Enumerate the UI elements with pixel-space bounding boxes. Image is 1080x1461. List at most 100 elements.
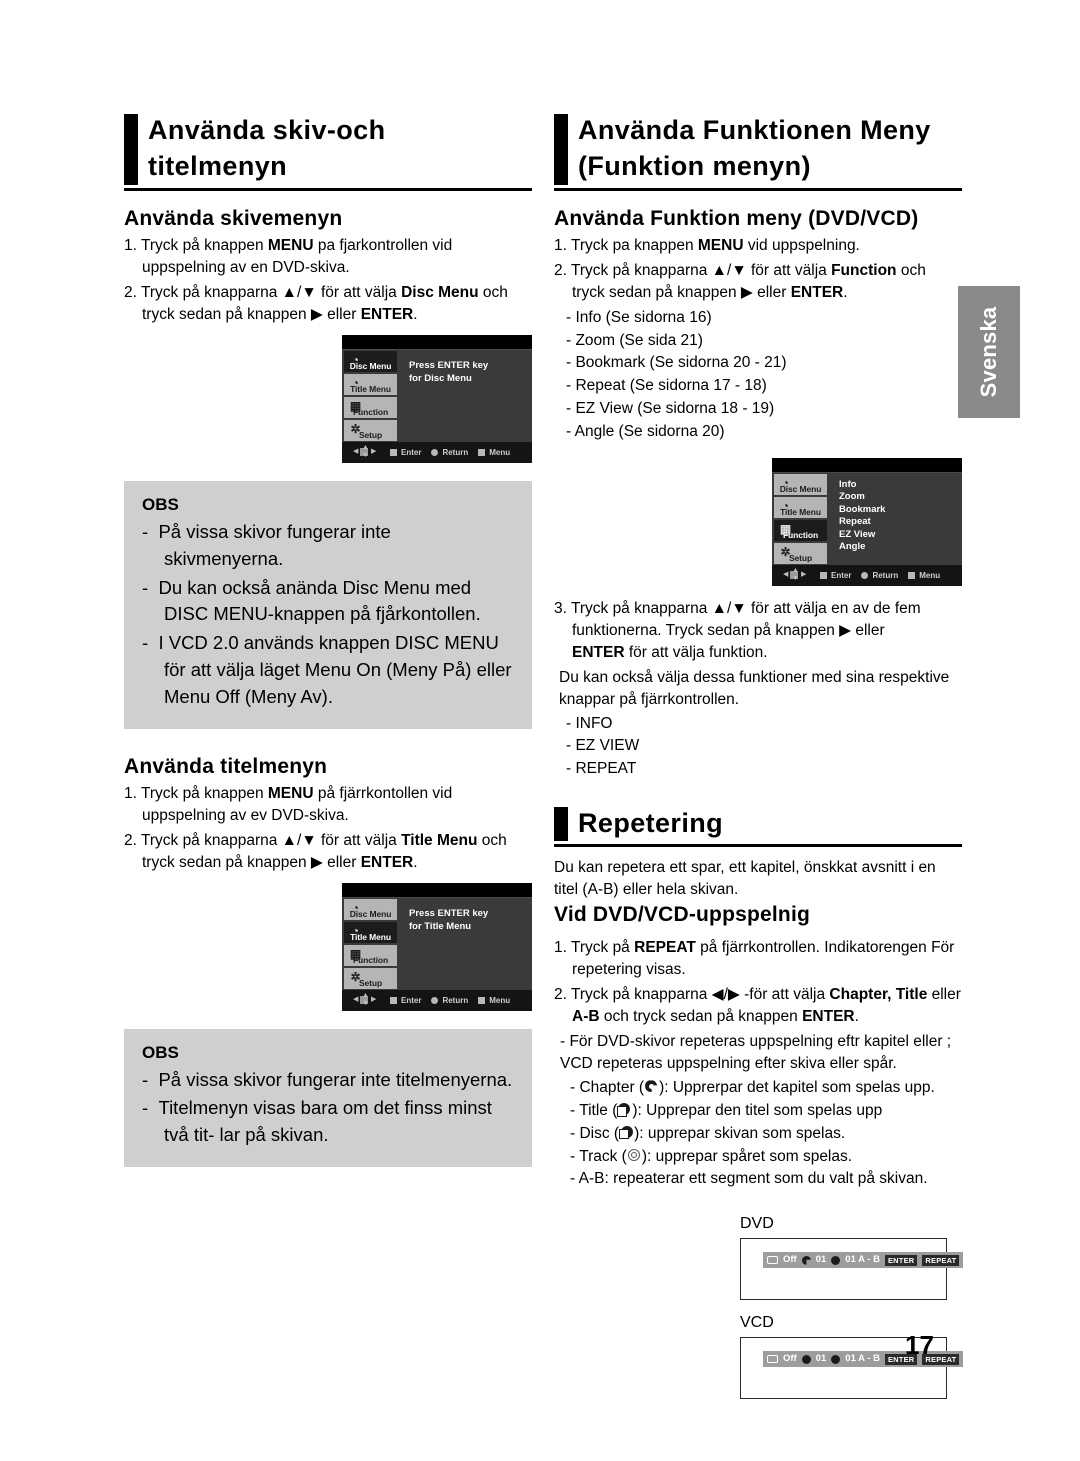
title-menu-icon: ◔ — [351, 923, 360, 938]
title-menu-icon: ◔ — [351, 375, 360, 390]
repeat-mode-disc: - Disc (): upprepar skivan som spelas. — [570, 1124, 846, 1142]
osd-footer-enter: Enter — [820, 571, 851, 580]
function-step-3: 3. Tryck på knapparna ▲/▼ för att välja … — [554, 599, 921, 661]
osd-footer-enter: Enter — [390, 448, 421, 457]
osd-item-function[interactable]: ▦ Function — [344, 944, 397, 966]
osd-title-bar — [342, 882, 532, 898]
note-item: - I VCD 2.0 används knappen DISC MENU fö… — [142, 632, 512, 707]
osd-message-line: for Title Menu — [409, 921, 472, 933]
osd-message: Press ENTER key for Title Menu — [398, 898, 532, 990]
repeat-mode-chapter: - Chapter (): Upprerpar det kapitel som … — [570, 1079, 935, 1097]
chapter-icon — [801, 1255, 811, 1265]
disc-repeat-icon — [619, 1125, 634, 1140]
osd-footer-menu: Menu — [478, 448, 510, 457]
gear-icon: ✲ — [780, 544, 791, 559]
osd-message-line: Press ENTER key — [409, 907, 489, 919]
screen-icon — [767, 1355, 778, 1364]
status-bar-frame-dvd: Off 01 01 A - B ENTER REPEAT — [740, 1238, 964, 1301]
osd-item-title-menu[interactable]: ◔ Title Menu — [344, 373, 397, 395]
section-header-disc-title-menu: Använda skiv-och titelmenyn — [124, 112, 532, 191]
function-option: - EZ View (Se sidorna 18 - 19) — [566, 400, 775, 417]
osd-function-list: Info Zoom Bookmark Repeat EZ View Angle — [828, 473, 962, 565]
osd-content: ◔ Disc Menu ◔ Title Menu ▦ Function ✲ Se… — [342, 349, 532, 442]
title-value: 01 A - B — [845, 1254, 880, 1266]
title-menu-step-2: 2. Tryck på knapparna ▲/▼ för att välja … — [124, 831, 507, 871]
osd-footer-return: Return — [431, 448, 468, 457]
function-option: - Info (Se sidorna 16) — [566, 308, 712, 326]
section-header-function-menu: Använda Funktionen Meny (Funktion menyn) — [554, 112, 962, 191]
osd-screenshot-function: ◔ Disc Menu ◔ Title Menu ▦ Function ✲ Se… — [772, 457, 962, 586]
osd-item-disc-menu[interactable]: ◔ Disc Menu — [774, 473, 827, 495]
repeat-off-label: Off — [783, 1254, 797, 1266]
right-column: Använda Funktionen Meny (Funktion menyn)… — [554, 112, 964, 1400]
osd-item-function[interactable]: ▦ Function — [344, 396, 397, 418]
disc-menu-step-1: 1. Tryck på knappen MENU pa fjarkontroll… — [124, 236, 453, 276]
osd-footer: ▲ ▼ ◀ ▶ Enter Return Menu — [342, 989, 532, 1011]
osd-item-setup[interactable]: ✲ Setup — [344, 967, 397, 989]
remote-button: - EZ VIEW — [566, 737, 640, 755]
osd-function-item[interactable]: Bookmark — [839, 504, 962, 517]
function-icon: ▦ — [779, 521, 792, 536]
osd-item-function[interactable]: ▦ Function — [774, 519, 827, 541]
section-header-repeat: Repetering — [554, 805, 962, 848]
track-icon — [801, 1354, 811, 1364]
note-box-disc-menu: OBS - På vissa skivor fungerar inte skiv… — [124, 480, 532, 729]
osd-function-item[interactable]: Angle — [839, 541, 962, 554]
screen-icon — [767, 1256, 778, 1265]
note-item: - Du kan också anända Disc Menu med DISC… — [142, 576, 481, 625]
title-icon — [831, 1255, 841, 1265]
subhead-repeat-playback: Vid DVD/VCD-uppspelnig — [554, 903, 811, 927]
osd-item-title-menu[interactable]: ◔ Title Menu — [774, 496, 827, 518]
disc-menu-icon: ◔ — [351, 900, 360, 915]
title-menu-step-1: 1. Tryck på knappen MENU på fjärrkontoll… — [124, 784, 453, 824]
gear-icon: ✲ — [350, 421, 361, 436]
osd-footer: ▲ ▼ ◀ ▶ Enter Return Menu — [772, 564, 962, 586]
disc-menu-icon: ◔ — [781, 475, 790, 490]
enter-key-badge: ENTER — [884, 1254, 918, 1266]
osd-function-item[interactable]: Info — [839, 479, 962, 492]
osd-message-line: Press ENTER key — [409, 359, 489, 371]
chapter-repeat-icon — [644, 1079, 659, 1094]
note-item: - Titelmenyn visas bara om det finss min… — [142, 1097, 492, 1146]
disc-menu-step-2: 2. Tryck på knapparna ▲/▼ för att välja … — [124, 283, 508, 323]
function-option: - Zoom (Se sida 21) — [566, 331, 703, 349]
osd-sidebar: ◔ Disc Menu ◔ Title Menu ▦ Function ✲ Se… — [342, 349, 398, 442]
dpad-icon: ▲ ▼ ◀ ▶ — [783, 567, 807, 583]
osd-item-title-menu[interactable]: ◔ Title Menu — [344, 921, 397, 943]
function-step-3-extra: Du kan också välja dessa funktioner med … — [559, 668, 950, 708]
remote-button: - INFO — [566, 714, 613, 732]
page-title: Använda skiv-och titelmenyn — [148, 115, 386, 182]
function-icon: ▦ — [349, 946, 362, 961]
repeat-mode-list: - Chapter (): Upprerpar det kapitel som … — [554, 1077, 962, 1191]
repeat-note: - För DVD-skivor repeteras uppspelning e… — [560, 1033, 952, 1073]
repeat-intro: Du kan repetera ett spar, ett kapitel, ö… — [554, 859, 936, 899]
repeat-mode-track: - Track (): upprepar spåret som spelas. — [570, 1147, 853, 1165]
osd-item-disc-menu[interactable]: ◔ Disc Menu — [344, 350, 397, 372]
function-step-2: 2. Tryck på knapparna ▲/▼ för att välja … — [554, 261, 926, 301]
osd-footer-enter: Enter — [390, 996, 421, 1005]
osd-title-bar — [342, 334, 532, 350]
osd-message-line: for Disc Menu — [409, 373, 472, 385]
note-title: OBS — [142, 1042, 179, 1062]
function-options-list: - Info (Se sidorna 16) - Zoom (Se sida 2… — [554, 307, 962, 444]
osd-function-item[interactable]: Repeat — [839, 516, 962, 529]
subhead-title-menu: Använda titelmenyn — [124, 754, 328, 778]
osd-function-item[interactable]: Zoom — [839, 491, 962, 504]
osd-item-setup[interactable]: ✲ Setup — [344, 419, 397, 441]
osd-function-item[interactable]: EZ View — [839, 529, 962, 542]
repeat-status-bar-dvd: Off 01 01 A - B ENTER REPEAT — [763, 1252, 964, 1269]
osd-item-disc-menu[interactable]: ◔ Disc Menu — [344, 898, 397, 920]
osd-message: Press ENTER key for Disc Menu — [398, 350, 532, 442]
disc-menu-icon: ◔ — [351, 352, 360, 367]
function-option: - Angle (Se sidorna 20) — [566, 422, 725, 440]
dpad-icon: ▲ ▼ ◀ ▶ — [353, 444, 377, 460]
osd-title-bar — [772, 457, 962, 473]
disc-value: 01 A - B — [845, 1353, 880, 1365]
osd-item-setup[interactable]: ✲ Setup — [774, 542, 827, 564]
subhead-disc-menu: Använda skivemenyn — [124, 206, 343, 230]
track-repeat-icon — [627, 1148, 642, 1163]
osd-sidebar: ◔ Disc Menu ◔ Title Menu ▦ Function ✲ Se… — [772, 472, 828, 565]
note-box-title-menu: OBS - På vissa skivor fungerar inte tite… — [124, 1028, 532, 1167]
function-icon: ▦ — [349, 398, 362, 413]
status-bar-label-dvd: DVD — [740, 1215, 774, 1233]
